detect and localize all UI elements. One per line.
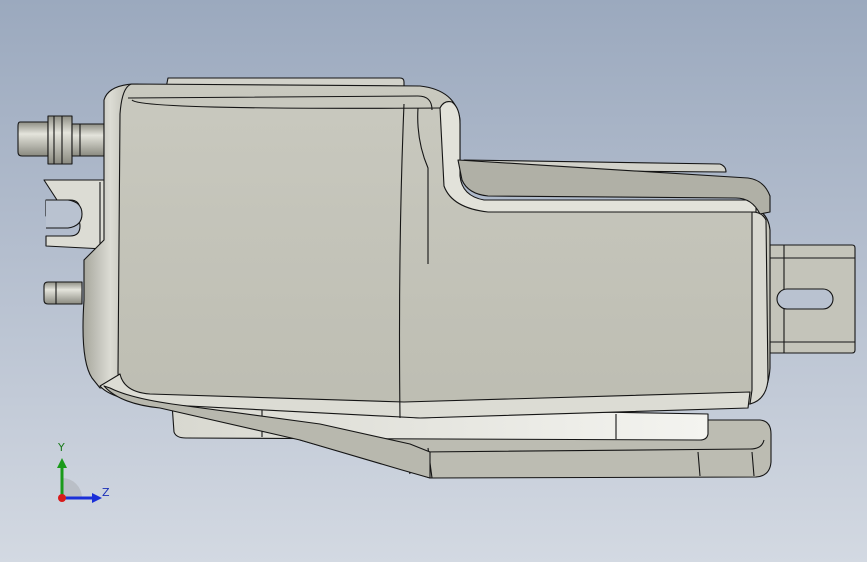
z-axis-label: Z: [102, 486, 110, 499]
coordinate-triad: Y Z: [44, 438, 124, 514]
graphics-viewport[interactable]: Y Z: [0, 0, 867, 562]
y-axis-label: Y: [58, 441, 65, 454]
hose-fitting-top: [17, 121, 49, 157]
bracket-slot: [776, 288, 834, 310]
hose-fitting-bottom: [43, 281, 83, 305]
body-right-end: [749, 211, 769, 405]
3d-model[interactable]: [0, 0, 867, 562]
triad-axes-icon: [57, 458, 102, 503]
